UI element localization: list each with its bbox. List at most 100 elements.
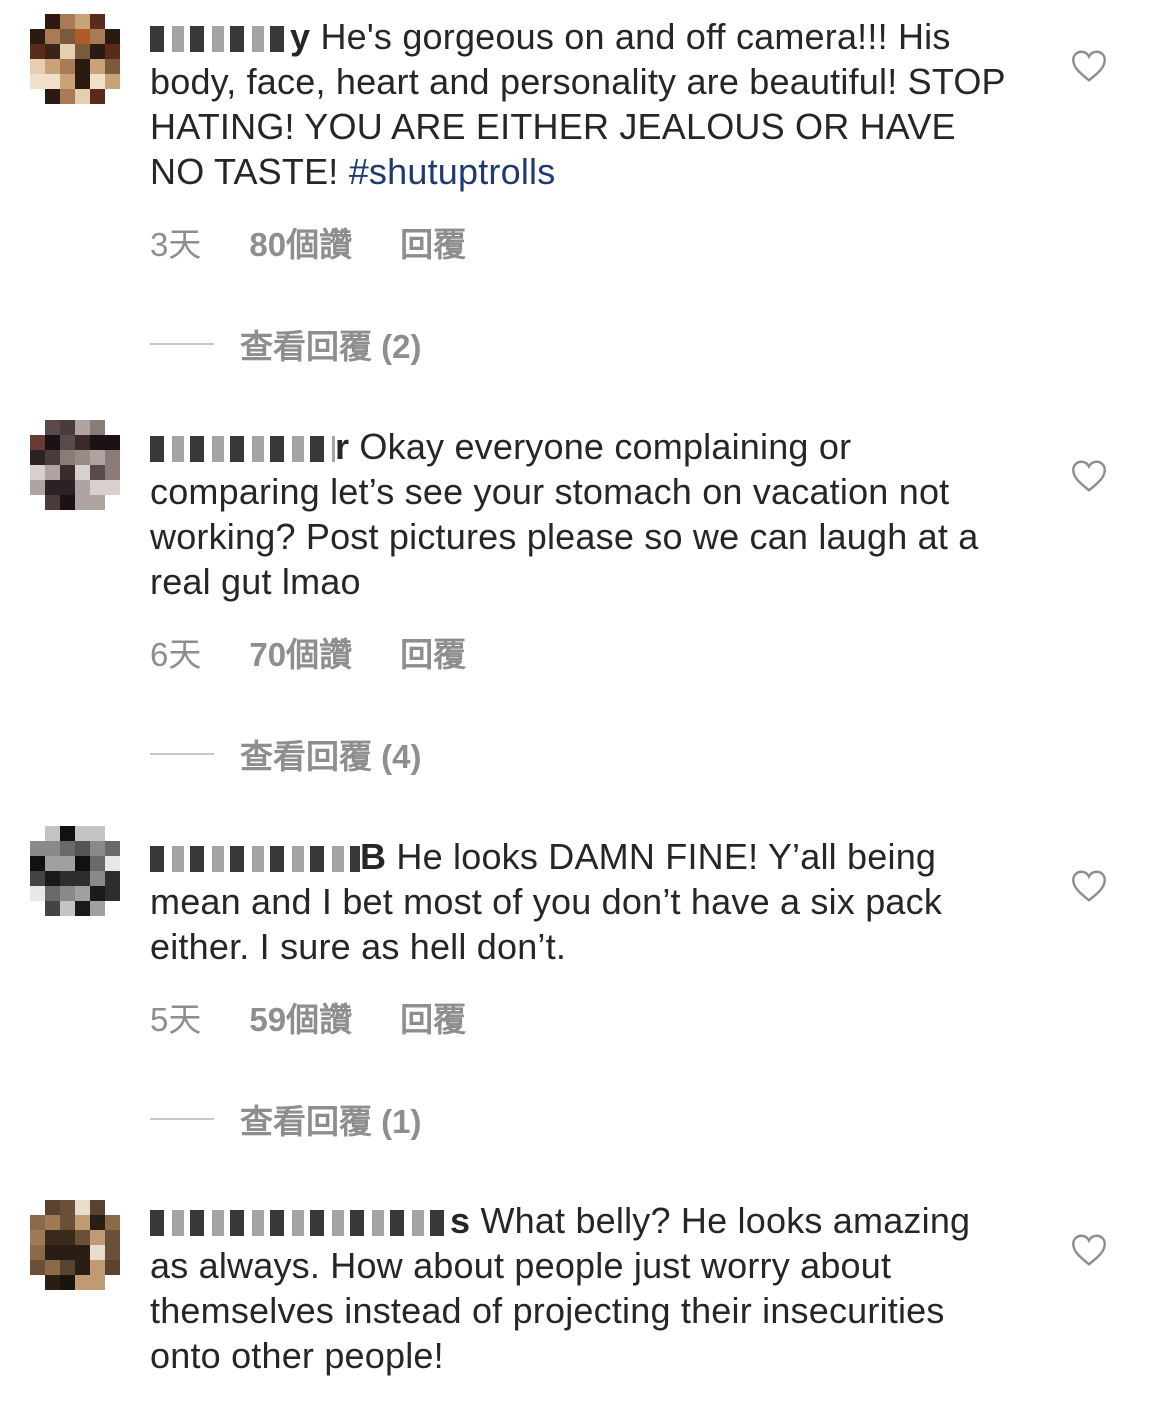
heart-outline-icon[interactable]	[1071, 1233, 1107, 1267]
heart-outline-icon[interactable]	[1071, 49, 1107, 83]
avatar-pixel	[105, 826, 120, 841]
avatar-pixel	[105, 29, 120, 44]
avatar-pixel	[45, 1275, 60, 1290]
avatar-pixel	[30, 450, 45, 465]
username-pixelated[interactable]	[150, 846, 360, 872]
avatar-pixel	[90, 89, 105, 104]
avatar-pixel	[30, 856, 45, 871]
avatar-pixel	[90, 480, 105, 495]
avatar-pixel	[90, 826, 105, 841]
avatar-pixel	[105, 1200, 120, 1215]
reply-button[interactable]: 回覆	[400, 993, 466, 1041]
avatar-pixel	[90, 74, 105, 89]
avatar-pixel	[75, 1275, 90, 1290]
avatar-pixel	[60, 871, 75, 886]
avatar-pixel	[30, 29, 45, 44]
avatar-pixel	[45, 1230, 60, 1245]
avatar-pixel	[30, 826, 45, 841]
avatar[interactable]	[30, 826, 120, 916]
avatar-pixel	[90, 1260, 105, 1275]
avatar-pixel	[30, 89, 45, 104]
avatar-pixel	[60, 59, 75, 74]
hashtag-link[interactable]: #shutuptrolls	[349, 151, 556, 192]
avatar-pixel	[30, 59, 45, 74]
avatar-pixel	[30, 435, 45, 450]
avatar-pixel	[105, 901, 120, 916]
avatar-pixel	[45, 450, 60, 465]
comment-meta: 5天 59個讚 回覆	[150, 993, 466, 1041]
avatar-pixel	[30, 1260, 45, 1275]
avatar-pixel	[105, 435, 120, 450]
avatar-pixel	[60, 480, 75, 495]
avatar-pixel	[105, 14, 120, 29]
avatar-pixel	[60, 435, 75, 450]
heart-outline-icon[interactable]	[1071, 459, 1107, 493]
likes-count[interactable]: 59個讚	[249, 993, 352, 1041]
avatar-pixel	[45, 29, 60, 44]
avatar-pixel	[90, 901, 105, 916]
avatar-pixel	[105, 480, 120, 495]
avatar-pixel	[105, 1215, 120, 1230]
avatar[interactable]	[30, 1200, 120, 1290]
comment-meta: 3天 80個讚 回覆	[150, 218, 466, 266]
avatar-pixel	[30, 44, 45, 59]
avatar-pixel	[75, 1245, 90, 1260]
avatar-pixel	[75, 871, 90, 886]
avatar-pixel	[45, 44, 60, 59]
avatar-pixel	[45, 856, 60, 871]
username[interactable]: s	[450, 1200, 470, 1241]
avatar-pixel	[60, 89, 75, 104]
avatar-pixel	[75, 480, 90, 495]
avatar-pixel	[45, 1215, 60, 1230]
avatar-pixel	[60, 901, 75, 916]
avatar-pixel	[45, 871, 60, 886]
avatar-pixel	[30, 1230, 45, 1245]
avatar-pixel	[105, 856, 120, 871]
avatar-pixel	[90, 465, 105, 480]
avatar-pixel	[75, 1230, 90, 1245]
avatar-pixel	[45, 1260, 60, 1275]
view-replies-button[interactable]: 查看回覆 (4)	[150, 730, 422, 778]
avatar-pixel	[105, 59, 120, 74]
avatar-pixel	[60, 1200, 75, 1215]
avatar-pixel	[105, 465, 120, 480]
likes-count[interactable]: 80個讚	[249, 218, 352, 266]
avatar-pixel	[30, 841, 45, 856]
username[interactable]: B	[360, 836, 386, 877]
username[interactable]: y	[290, 16, 310, 57]
avatar-pixel	[75, 886, 90, 901]
reply-button[interactable]: 回覆	[400, 218, 466, 266]
username-pixelated[interactable]	[150, 26, 290, 52]
reply-button[interactable]: 回覆	[400, 628, 466, 676]
username[interactable]: r	[335, 426, 349, 467]
avatar[interactable]	[30, 14, 120, 104]
username-pixelated[interactable]	[150, 436, 335, 462]
avatar-pixel	[30, 14, 45, 29]
avatar-pixel	[45, 480, 60, 495]
heart-outline-icon[interactable]	[1071, 869, 1107, 903]
avatar-pixel	[60, 420, 75, 435]
username-pixelated[interactable]	[150, 1210, 450, 1236]
avatar-pixel	[90, 1200, 105, 1215]
avatar-pixel	[30, 886, 45, 901]
view-replies-button[interactable]: 查看回覆 (2)	[150, 320, 422, 368]
timestamp: 3天	[150, 226, 202, 263]
comment-text: r Okay everyone complaining or comparing…	[150, 424, 1010, 604]
avatar-pixel	[45, 495, 60, 510]
avatar-pixel	[105, 74, 120, 89]
avatar-pixel	[30, 420, 45, 435]
avatar-pixel	[45, 465, 60, 480]
avatar-pixel	[60, 1230, 75, 1245]
avatar[interactable]	[30, 420, 120, 510]
view-replies-button[interactable]: 查看回覆 (1)	[150, 1095, 422, 1143]
avatar-pixel	[75, 435, 90, 450]
timestamp: 5天	[150, 1001, 202, 1038]
avatar-pixel	[60, 1275, 75, 1290]
avatar-pixel	[90, 841, 105, 856]
avatar-pixel	[75, 465, 90, 480]
avatar-pixel	[45, 886, 60, 901]
avatar-pixel	[30, 465, 45, 480]
avatar-pixel	[90, 14, 105, 29]
likes-count[interactable]: 70個讚	[249, 628, 352, 676]
avatar-pixel	[30, 480, 45, 495]
